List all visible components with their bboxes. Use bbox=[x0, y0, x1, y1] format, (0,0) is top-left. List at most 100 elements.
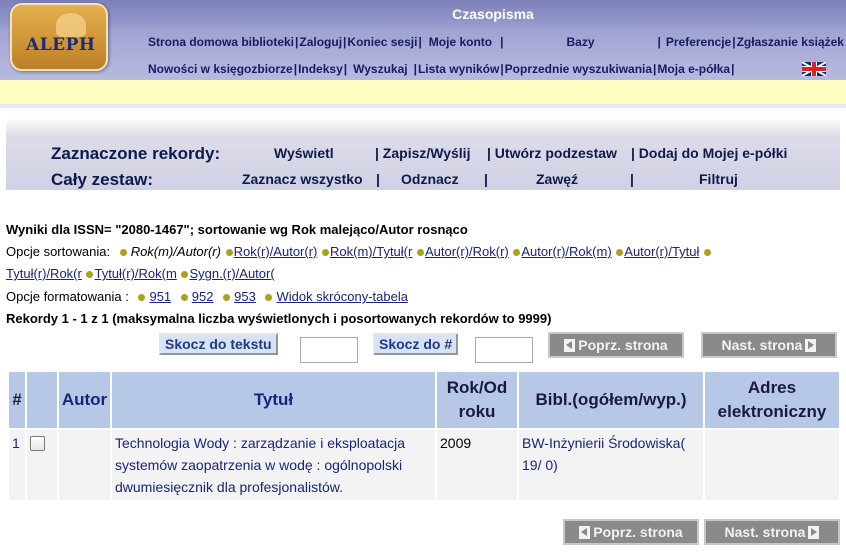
bullet-icon bbox=[704, 248, 712, 256]
separator: | bbox=[484, 171, 488, 187]
nav-library-home[interactable]: Strona domowa biblioteki bbox=[148, 35, 294, 53]
logo-text: ALEPH bbox=[26, 35, 96, 55]
english-flag-icon[interactable] bbox=[802, 62, 826, 76]
nav-previous-searches[interactable]: Poprzednie wyszukiwania bbox=[505, 62, 652, 80]
table-row: 1 Technologia Wody : zarządzanie i ekspl… bbox=[9, 430, 839, 500]
holdings-line-2: 19/ 0) bbox=[522, 457, 558, 473]
next-page-label: Nast. strona bbox=[721, 337, 803, 353]
main-nav-row-1: Strona domowa biblioteki | Zaloguj | Konie… bbox=[148, 35, 846, 53]
jump-to-text-button[interactable]: Skocz do tekstu bbox=[159, 333, 278, 355]
format-options-line: Opcje formatowania : 951 952 953 Widok s… bbox=[6, 289, 408, 304]
aleph-logo[interactable]: ALEPH bbox=[10, 3, 108, 71]
col-header-url: Adres elektroniczny bbox=[705, 372, 839, 428]
sort-options-line-2: Tytuł(r)/Rok(r Tytuł(r)/Rok(m Sygn.(r)/A… bbox=[6, 266, 275, 281]
refine-button[interactable]: Zawęź bbox=[536, 171, 578, 187]
col-header-select bbox=[27, 372, 57, 428]
display-selected-button[interactable]: Wyświetl bbox=[274, 145, 334, 161]
col-header-year: Rok/Od roku bbox=[437, 372, 517, 428]
nav-indexes[interactable]: Indeksy bbox=[298, 62, 343, 80]
sort-option-author-year-asc[interactable]: Autor(r)/Rok(r) bbox=[425, 244, 509, 259]
col-header-num: # bbox=[9, 372, 25, 428]
url-header-line1: Adres bbox=[747, 378, 797, 397]
prev-page-button-bottom[interactable]: Poprz. strona bbox=[563, 519, 699, 545]
nav-search[interactable]: Wyszukaj bbox=[353, 62, 407, 80]
nav-preferences[interactable]: Preferencje bbox=[662, 35, 731, 53]
row-title-cell: Technologia Wody : zarządzanie i eksploa… bbox=[112, 430, 435, 500]
format-options-label: Opcje formatowania : bbox=[6, 289, 129, 304]
next-page-label: Nast. strona bbox=[724, 524, 806, 540]
main-nav-row-2: Nowości w księgozbiorze | Indeksy | Wyszuk… bbox=[148, 62, 735, 80]
results-title: Wyniki dla ISSN= "2080-1467"; sortowanie… bbox=[6, 222, 468, 237]
row-number-link[interactable]: 1 bbox=[12, 435, 20, 451]
bullet-icon bbox=[180, 293, 188, 301]
sort-options-line-1: Opcje sortowania: Rok(m)/Autor(r) Rok(r)… bbox=[6, 244, 712, 259]
bullet-icon bbox=[616, 248, 624, 256]
save-send-button[interactable]: | Zapisz/Wyślij bbox=[375, 145, 470, 161]
format-option-short-table[interactable]: Widok skrócony-tabela bbox=[276, 289, 408, 304]
select-all-button[interactable]: Zaznacz wszystko bbox=[242, 171, 363, 187]
format-option-953[interactable]: 953 bbox=[234, 289, 256, 304]
filter-button[interactable]: Filtruj bbox=[699, 171, 738, 187]
record-title-link[interactable]: Technologia Wody : zarządzanie i eksploa… bbox=[115, 435, 405, 495]
sort-option-title-year-desc[interactable]: Tytuł(r)/Rok(m bbox=[94, 266, 176, 281]
nav-book-requests[interactable]: Zgłaszanie książek do bbox=[737, 35, 846, 53]
col-header-title[interactable]: Tytuł bbox=[112, 372, 435, 428]
create-subset-button[interactable]: | Utwórz podzestaw bbox=[487, 145, 617, 161]
selected-records-label: Zaznaczone rekordy: bbox=[51, 144, 221, 163]
bullet-icon bbox=[322, 248, 329, 256]
nav-end-session[interactable]: Koniec sesji bbox=[347, 35, 417, 53]
deselect-button[interactable]: Odznacz bbox=[401, 171, 459, 187]
sort-option-author-title[interactable]: Autor(r)/Tytuł bbox=[624, 244, 699, 259]
format-option-951[interactable]: 951 bbox=[149, 289, 171, 304]
selected-records-row: Zaznaczone rekordy: Wyświetl | Zapisz/Wy… bbox=[6, 142, 840, 166]
sort-option-year-asc-author[interactable]: Rok(r)/Autor(r) bbox=[234, 244, 318, 259]
bullet-icon bbox=[86, 270, 94, 278]
prev-page-label: Poprz. strona bbox=[578, 337, 668, 353]
page-title: Czasopisma bbox=[452, 6, 534, 22]
format-option-952[interactable]: 952 bbox=[192, 289, 214, 304]
separator: | bbox=[376, 171, 380, 187]
nav-login[interactable]: Zaloguj bbox=[299, 35, 342, 53]
holdings-line-1: BW-Inżynierii Środowiska( bbox=[522, 435, 686, 451]
nav-my-account[interactable]: Moje konto bbox=[423, 35, 492, 53]
arrow-right-icon bbox=[805, 338, 817, 352]
nav-databases[interactable]: Bazy bbox=[504, 35, 656, 53]
title-line-1: Technologia Wody : zarządzanie i eksploa… bbox=[115, 435, 406, 451]
bullet-icon bbox=[223, 293, 231, 301]
sort-option-year-desc-title[interactable]: Rok(m)/Tytuł(r bbox=[330, 244, 412, 259]
jump-to-number-input[interactable] bbox=[475, 337, 533, 363]
sort-by-author-link[interactable]: Autor bbox=[62, 390, 107, 409]
jump-to-number-button[interactable]: Skocz do # bbox=[373, 333, 459, 355]
jump-to-text-input[interactable] bbox=[300, 337, 358, 363]
nav-my-eshelf[interactable]: Moja e-półka bbox=[657, 62, 730, 80]
message-band bbox=[0, 80, 846, 108]
sort-by-title-link[interactable]: Tytuł bbox=[254, 390, 293, 409]
prev-page-button-top[interactable]: Poprz. strona bbox=[548, 332, 684, 358]
nav-result-list[interactable]: Lista wyników bbox=[418, 62, 499, 80]
col-header-holdings: Bibl.(ogółem/wyp.) bbox=[519, 372, 703, 428]
next-page-button-bottom[interactable]: Nast. strona bbox=[704, 519, 840, 545]
whole-set-row: Cały zestaw: Zaznacz wszystko | Odznacz … bbox=[6, 168, 840, 192]
title-line-3: dwumiesięcznik dla profesjonalistów. bbox=[115, 479, 343, 495]
bullet-icon bbox=[225, 248, 233, 256]
next-page-button-top[interactable]: Nast. strona bbox=[701, 332, 837, 358]
col-header-author[interactable]: Autor bbox=[59, 372, 110, 428]
nav-new-acquisitions[interactable]: Nowości w księgozbiorze bbox=[148, 62, 293, 80]
bullet-icon bbox=[265, 293, 273, 301]
arrow-left-icon bbox=[579, 525, 591, 539]
separator: | bbox=[630, 171, 634, 187]
holdings-link[interactable]: BW-Inżynierii Środowiska( 19/ 0) bbox=[522, 435, 685, 473]
prev-page-label: Poprz. strona bbox=[593, 524, 683, 540]
add-to-eshelf-button[interactable]: | Dodaj do Mojej e-półki bbox=[631, 145, 787, 161]
row-select-checkbox[interactable] bbox=[30, 436, 45, 451]
sort-option-callno-author[interactable]: Sygn.(r)/Autor( bbox=[189, 266, 274, 281]
row-holdings-cell: BW-Inżynierii Środowiska( 19/ 0) bbox=[519, 430, 703, 500]
sort-option-title-year-asc[interactable]: Tytuł(r)/Rok(r bbox=[6, 266, 82, 281]
bullet-icon bbox=[416, 248, 424, 256]
record-actions-panel: Zaznaczone rekordy: Wyświetl | Zapisz/Wy… bbox=[6, 118, 840, 190]
sort-option-author-year-desc[interactable]: Autor(r)/Rok(m) bbox=[521, 244, 611, 259]
row-num-cell: 1 bbox=[9, 430, 25, 500]
row-year-cell: 2009 bbox=[437, 430, 517, 500]
sort-options-label: Opcje sortowania: bbox=[6, 244, 111, 259]
bullet-icon bbox=[119, 248, 127, 256]
